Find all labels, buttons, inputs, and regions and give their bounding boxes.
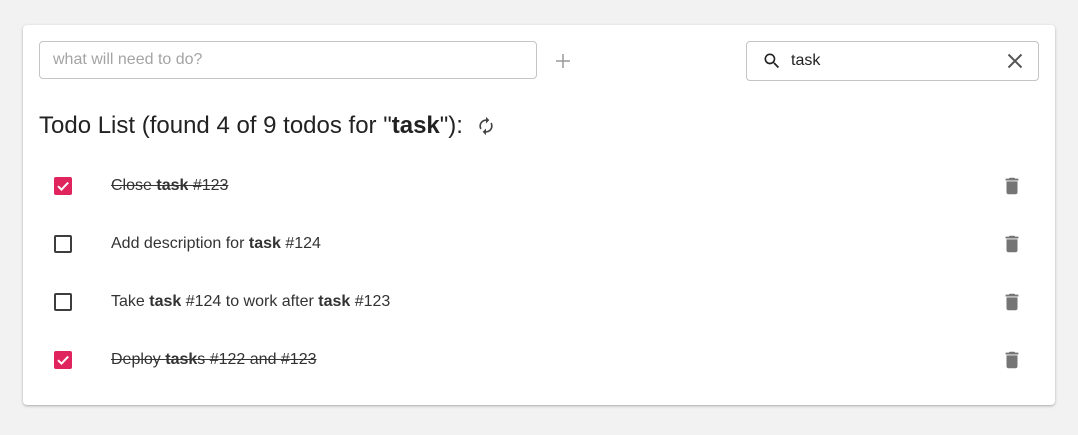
delete-todo-button[interactable]	[1001, 174, 1023, 198]
refresh-button[interactable]	[475, 115, 497, 137]
new-todo-input[interactable]	[40, 42, 536, 78]
todo-item: Take task #124 to work after task #123	[23, 274, 1055, 332]
todo-text-segment: #124 to work after	[181, 293, 319, 310]
todo-checkbox[interactable]	[54, 351, 72, 369]
todo-text: Close task #123	[111, 176, 228, 196]
todo-list: Close task #123 Add description for task …	[23, 158, 1055, 390]
search-input[interactable]	[791, 42, 991, 80]
todo-text: Take task #124 to work after task #123	[111, 292, 390, 312]
title-suffix: "):	[439, 112, 463, 139]
todo-text: Deploy tasks #122 and #123	[111, 350, 317, 370]
checkmark-icon	[57, 355, 69, 366]
todo-checkbox[interactable]	[54, 177, 72, 195]
search-icon	[764, 53, 780, 69]
checkmark-icon	[57, 181, 69, 192]
todo-item: Deploy tasks #122 and #123	[23, 332, 1055, 390]
todo-item: Add description for task #124	[23, 216, 1055, 274]
new-todo-field[interactable]	[39, 41, 537, 79]
todo-checkbox[interactable]	[54, 293, 72, 311]
todo-text-segment: s #122 and #123	[197, 351, 317, 368]
todo-text-highlight: task	[248, 235, 281, 252]
todo-text-segment: #124	[280, 235, 321, 252]
trash-icon	[1005, 351, 1019, 369]
add-todo-button[interactable]	[549, 47, 577, 75]
todo-text-segment: Close	[111, 177, 157, 194]
todo-checkbox[interactable]	[54, 235, 72, 253]
todo-text-highlight: task	[165, 351, 198, 368]
todo-text-highlight: task	[318, 293, 351, 310]
trash-icon	[1005, 177, 1019, 195]
todo-text-highlight: task	[149, 293, 182, 310]
todo-text-segment: #123	[188, 177, 229, 194]
todo-text-segment: #123	[350, 293, 391, 310]
todo-card: Todo List (found 4 of 9 todos for "task"…	[23, 25, 1055, 405]
todo-text: Add description for task #124	[111, 234, 321, 254]
todo-text-segment: Take	[111, 293, 150, 310]
close-icon	[1007, 53, 1023, 69]
todo-text-segment: Deploy	[111, 351, 166, 368]
search-field[interactable]	[746, 41, 1039, 81]
delete-todo-button[interactable]	[1001, 290, 1023, 314]
clear-search-button[interactable]	[1005, 51, 1025, 71]
page-title: Todo List (found 4 of 9 todos for " task "…	[39, 111, 497, 141]
trash-icon	[1005, 293, 1019, 311]
delete-todo-button[interactable]	[1001, 348, 1023, 372]
trash-icon	[1005, 235, 1019, 253]
title-query: task	[391, 112, 440, 139]
todo-text-segment: Add description for	[111, 235, 249, 252]
delete-todo-button[interactable]	[1001, 232, 1023, 256]
title-prefix: Todo List (found 4 of 9 todos for "	[39, 112, 392, 139]
plus-icon	[556, 54, 570, 68]
todo-text-highlight: task	[156, 177, 189, 194]
todo-item: Close task #123	[23, 158, 1055, 216]
refresh-icon	[479, 116, 493, 136]
